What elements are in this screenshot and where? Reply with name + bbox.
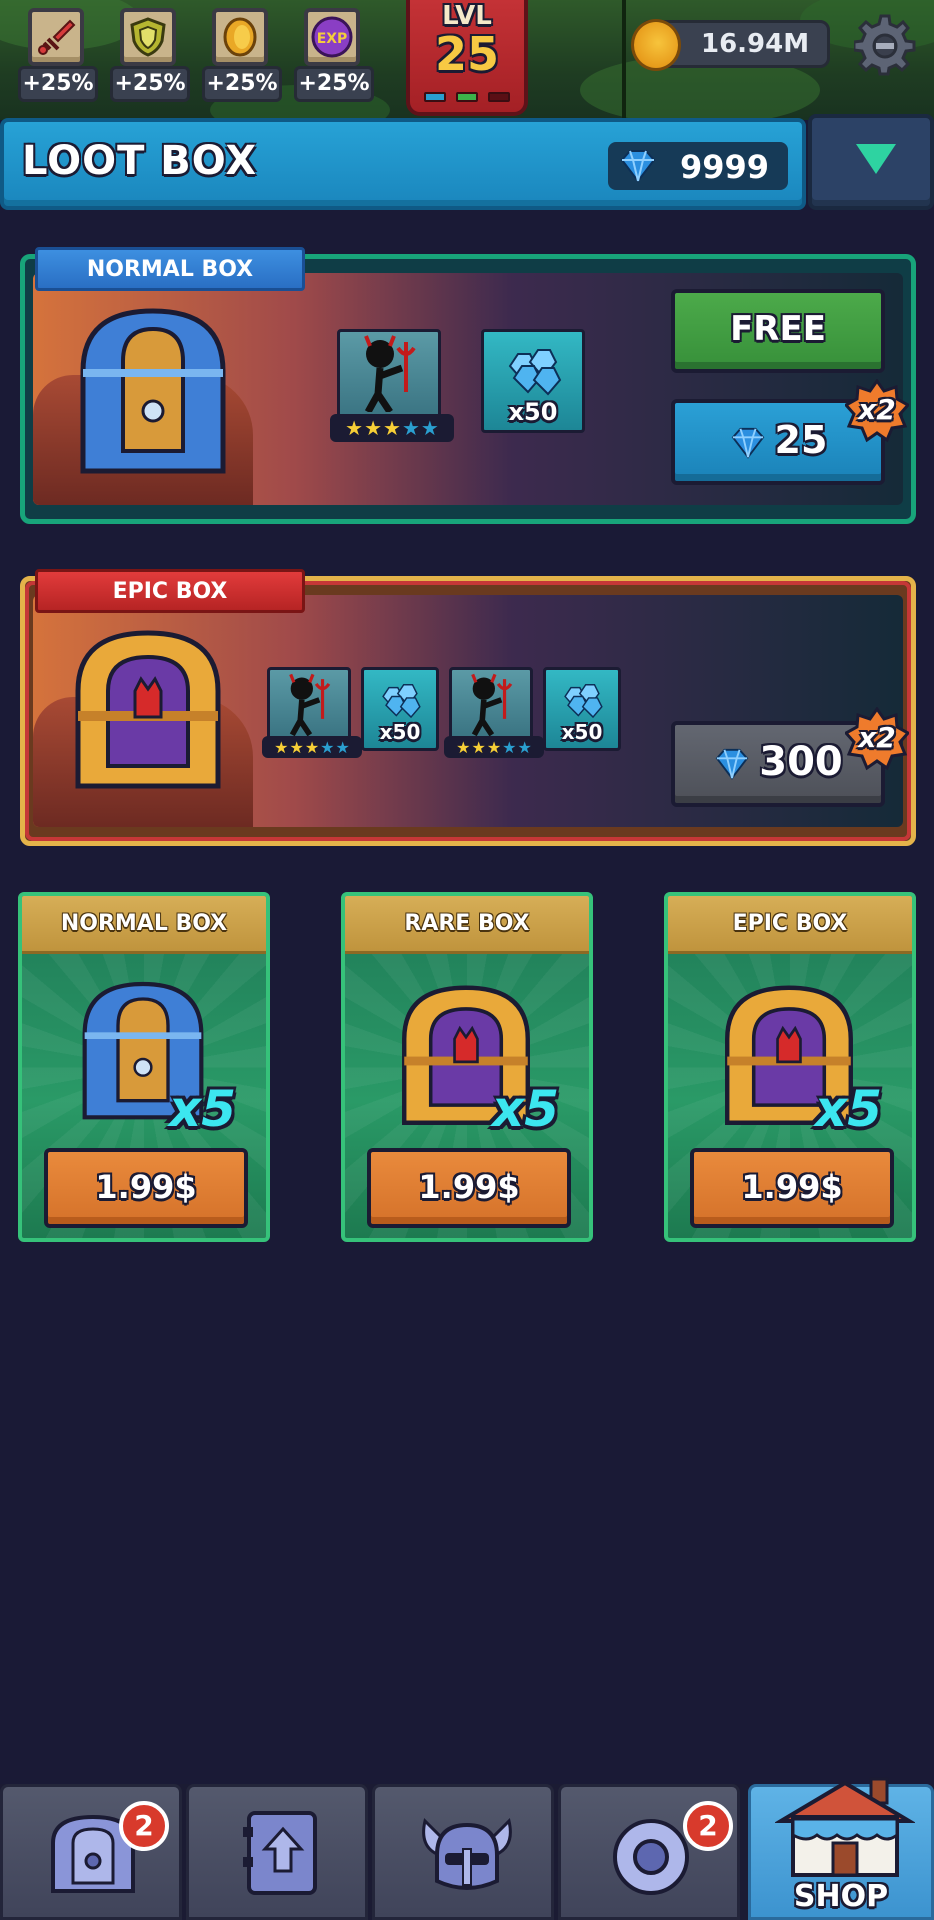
- normal-box-bundle-card[interactable]: NORMAL BOX x5 1.99$: [18, 892, 270, 1242]
- sword-icon: [28, 8, 84, 66]
- top-hud: +25% +25% +25% EXP +25% LVL 25 16.94M: [0, 0, 934, 120]
- reward-gems-count-2: x50: [561, 720, 603, 744]
- gem-balance[interactable]: 9999: [608, 142, 788, 190]
- claim-free-button[interactable]: FREE: [671, 289, 885, 373]
- gear-icon: [852, 14, 916, 76]
- bundle-quantity: x5: [491, 1080, 559, 1138]
- epic-chest-icon: [75, 630, 221, 789]
- viking-helmet-icon: [422, 1818, 512, 1890]
- free-label: FREE: [730, 309, 826, 349]
- coin-amount: 16.94M: [701, 29, 810, 59]
- bundle-price: 1.99$: [741, 1168, 843, 1206]
- three-star-rating: ★ ★ ★ ★ ★: [330, 414, 454, 442]
- progress-segment-blue: [424, 92, 446, 102]
- buy-epic-bundle-button[interactable]: 1.99$: [690, 1148, 894, 1228]
- nav-tab-upgrade[interactable]: [186, 1784, 368, 1920]
- gem-icon: [715, 748, 749, 780]
- epic-box-ribbon: EPIC BOX: [35, 569, 305, 613]
- level-label: LVL: [442, 1, 492, 31]
- three-star-rating: ★ ★ ★ ★ ★: [444, 736, 544, 758]
- three-star-rating: ★ ★ ★ ★ ★: [262, 736, 362, 758]
- epic-box-bundle-card[interactable]: EPIC BOX x5 1.99$: [664, 892, 916, 1242]
- gold-buff[interactable]: +25%: [202, 8, 282, 102]
- defense-buff[interactable]: +25%: [110, 8, 190, 102]
- nav-tab-shop[interactable]: SHOP: [748, 1777, 934, 1920]
- progress-segment-green: [456, 92, 478, 102]
- reward-hero-card[interactable]: ★ ★ ★ ★ ★: [330, 329, 454, 442]
- exp-buff-value: +25%: [294, 66, 374, 102]
- exp-icon: EXP: [304, 8, 360, 66]
- featured-normal-box: NORMAL BOX ★ ★ ★ ★ ★ x50 FREE 25 x2: [20, 247, 916, 524]
- reward-gems-1[interactable]: x50: [361, 667, 439, 751]
- bundle-quantity: x5: [814, 1080, 882, 1138]
- gem-icon: [620, 150, 656, 183]
- loot-box-title-bar: LOOT BOX 9999: [0, 118, 806, 210]
- exp-buff[interactable]: EXP +25%: [294, 8, 374, 102]
- collapse-dropdown-button[interactable]: [808, 114, 934, 210]
- bundle-quantity: x5: [168, 1080, 236, 1138]
- level-indicator[interactable]: LVL 25: [406, 0, 528, 116]
- reward-gems-count: x50: [508, 398, 558, 426]
- upgrade-book-icon: [243, 1811, 317, 1895]
- bottom-nav: 2 2 SHOP: [0, 1777, 934, 1920]
- shop-house-icon: [775, 1777, 915, 1877]
- gem-amount: 9999: [680, 148, 770, 186]
- normal-box-ribbon: NORMAL BOX: [35, 247, 305, 291]
- epic-box-gem-price: 300: [759, 739, 843, 785]
- normal-box-gem-price: 25: [774, 418, 828, 462]
- page-title: LOOT BOX: [22, 138, 258, 184]
- gem-pile-icon: [508, 349, 562, 396]
- defense-buff-value: +25%: [110, 66, 190, 102]
- reward-gems-2[interactable]: x50: [543, 667, 621, 751]
- attack-buff-value: +25%: [18, 66, 98, 102]
- hud-divider: [622, 0, 626, 120]
- shield-icon: [120, 8, 176, 66]
- attack-buff[interactable]: +25%: [18, 8, 98, 102]
- buy-normal-bundle-button[interactable]: 1.99$: [44, 1148, 248, 1228]
- bundle-card-title: EPIC BOX: [668, 896, 912, 954]
- reward-gems[interactable]: x50: [481, 329, 585, 433]
- gold-buff-value: +25%: [202, 66, 282, 102]
- chest-notification-badge: 2: [119, 1801, 169, 1851]
- exp-icon-label: EXP: [317, 31, 348, 47]
- nav-tab-chests[interactable]: 2: [0, 1784, 182, 1920]
- multiplier-label: x2: [858, 393, 896, 426]
- nav-tab-wheel[interactable]: 2: [558, 1784, 740, 1920]
- double-reward-badge: x2: [845, 707, 909, 771]
- buy-rare-bundle-button[interactable]: 1.99$: [367, 1148, 571, 1228]
- devil-stickman-icon: [364, 335, 416, 414]
- reward-hero-card-2[interactable]: ★ ★ ★ ★ ★: [444, 667, 544, 758]
- rare-box-bundle-card[interactable]: RARE BOX x5 1.99$: [341, 892, 593, 1242]
- double-reward-badge: x2: [845, 379, 909, 443]
- progress-segment-empty: [488, 92, 510, 102]
- wheel-notification-badge: 2: [683, 1801, 733, 1851]
- nav-tab-heroes[interactable]: [372, 1784, 554, 1920]
- coin-icon: [212, 8, 268, 66]
- gold-coin-icon: [631, 19, 681, 71]
- level-number: 25: [434, 27, 499, 81]
- chevron-down-icon: [856, 144, 896, 174]
- multiplier-label: x2: [858, 721, 896, 754]
- settings-button[interactable]: [852, 14, 916, 76]
- reward-hero-card-1[interactable]: ★ ★ ★ ★ ★: [262, 667, 362, 758]
- featured-epic-box: EPIC BOX ★ ★ ★ ★ ★ x50 ★ ★ ★ ★ ★ x50 300…: [20, 569, 916, 846]
- bundle-price: 1.99$: [95, 1168, 197, 1206]
- normal-chest-icon: [80, 308, 226, 474]
- gem-pile-icon: [564, 683, 603, 719]
- devil-stickman-icon: [471, 673, 513, 737]
- coin-balance[interactable]: 16.94M: [631, 19, 830, 71]
- gem-icon: [731, 427, 764, 459]
- reward-gems-count-1: x50: [379, 720, 421, 744]
- bundle-card-title: NORMAL BOX: [22, 896, 266, 954]
- shop-tab-label: SHOP: [793, 1879, 889, 1914]
- bundle-price: 1.99$: [418, 1168, 520, 1206]
- bundle-card-title: RARE BOX: [345, 896, 589, 954]
- gem-pile-icon: [382, 683, 421, 719]
- devil-stickman-icon: [289, 673, 331, 737]
- level-progress-bars: [424, 92, 510, 102]
